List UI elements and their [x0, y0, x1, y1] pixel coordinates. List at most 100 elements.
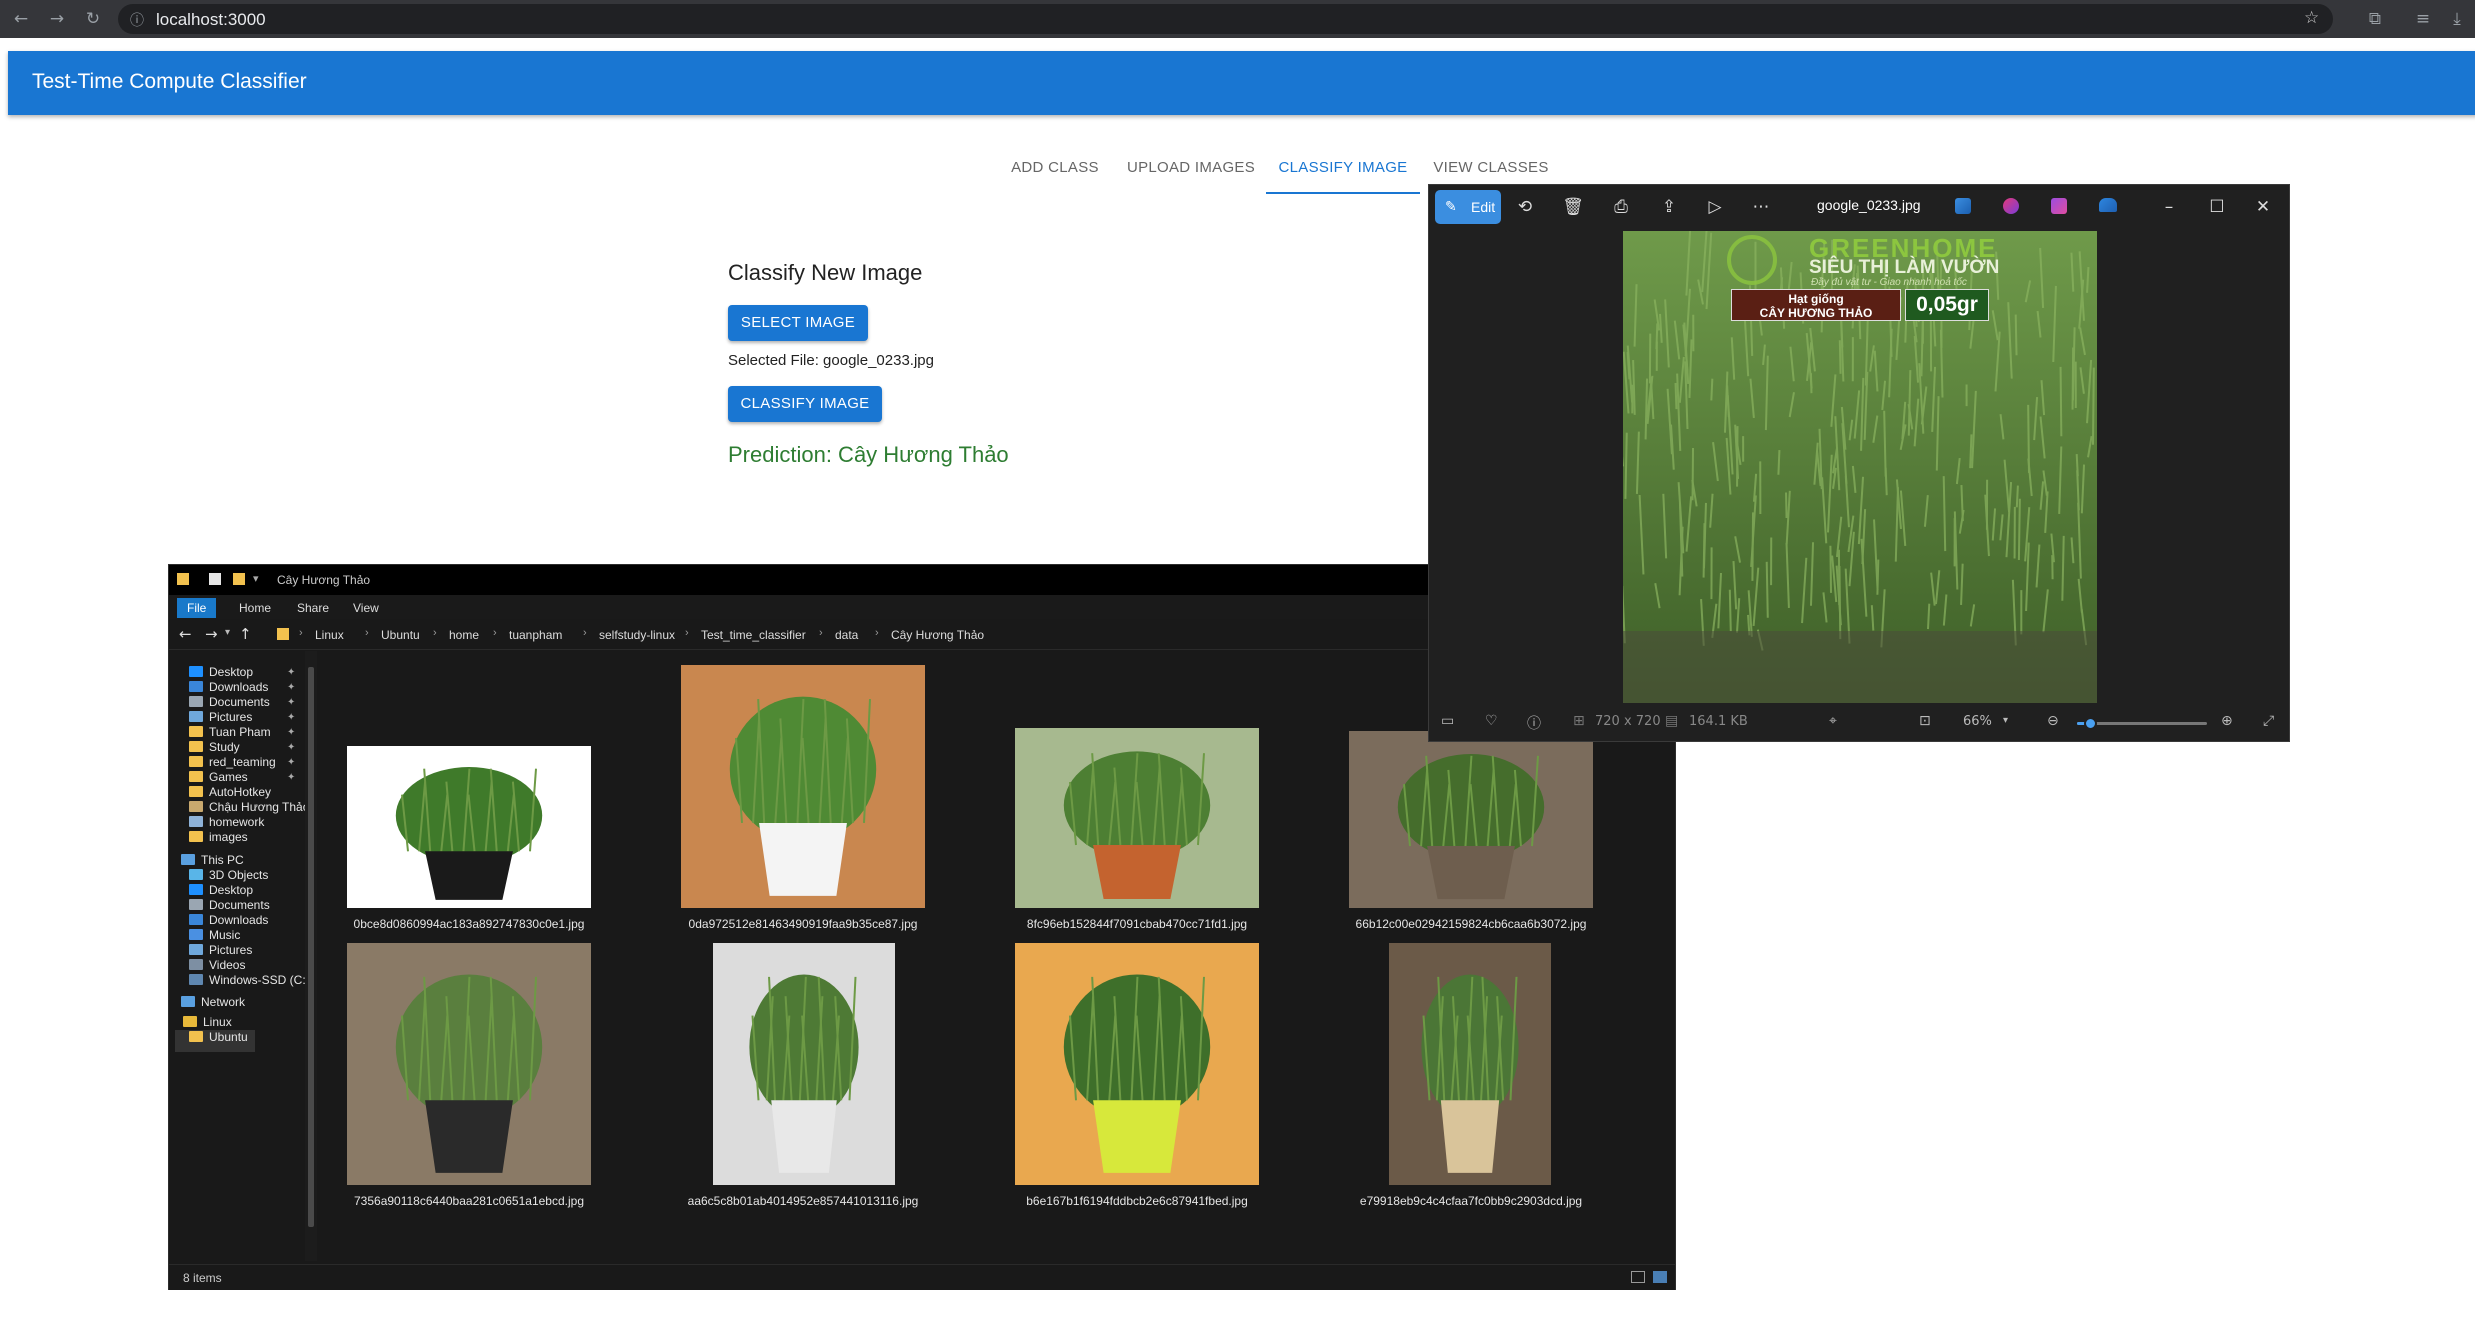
zoom-out-icon[interactable]: ⊖	[2047, 713, 2059, 729]
quick-access-dropdown-icon[interactable]: ▾	[253, 572, 259, 585]
rosemary-stem	[1710, 378, 1714, 401]
ribbon-tab-file[interactable]: File	[177, 598, 217, 618]
edit-button[interactable]: ✎ Edit	[1435, 190, 1501, 224]
site-info-icon[interactable]: ⓘ	[130, 10, 144, 30]
zoom-slider-thumb[interactable]	[2084, 717, 2097, 730]
recent-dropdown-icon[interactable]: ▾	[225, 627, 230, 638]
file-name[interactable]: 8fc96eb152844f7091cbab470cc71fd1.jpg	[1015, 917, 1259, 931]
tab-upload-images[interactable]: UPLOAD IMAGES	[1124, 150, 1258, 194]
address-bar[interactable]: ⓘ localhost:3000 ☆	[118, 4, 2333, 34]
fullscreen-icon[interactable]: ⤢	[2263, 713, 2274, 729]
slideshow-icon[interactable]: ▷	[1703, 195, 1727, 219]
folder-icon	[189, 831, 203, 842]
breadcrumb-item[interactable]: Ubuntu	[381, 628, 420, 642]
zoom-dropdown-icon[interactable]: ▾	[2003, 715, 2008, 726]
select-image-button[interactable]: SELECT IMAGE	[728, 305, 868, 341]
forward-arrow-icon[interactable]: →	[205, 625, 218, 643]
download-icon[interactable]: ⤓	[2446, 8, 2468, 30]
breadcrumb-item[interactable]: Test_time_classifier	[701, 628, 806, 642]
new-folder-icon[interactable]	[233, 573, 245, 585]
filmstrip-icon[interactable]: ▭	[1441, 713, 1454, 729]
folder-icon	[189, 696, 203, 707]
breadcrumb-separator-icon[interactable]: ›	[819, 627, 823, 639]
file-thumbnail[interactable]	[1015, 943, 1259, 1185]
breadcrumb-item[interactable]: data	[835, 628, 858, 642]
share-icon[interactable]: ⇪	[1657, 195, 1681, 219]
onedrive-sync-icon[interactable]	[2099, 198, 2117, 212]
photo-editor-icon[interactable]	[2051, 198, 2067, 214]
breadcrumb-separator-icon[interactable]: ›	[493, 627, 497, 639]
more-icon[interactable]: ⋯	[1749, 195, 1773, 219]
nav-item-label: Tuan Pham	[209, 725, 271, 739]
pot-shape	[1440, 1100, 1500, 1173]
up-arrow-icon[interactable]: ↑	[239, 625, 252, 643]
file-name[interactable]: 7356a90118c6440baa281c0651a1ebcd.jpg	[347, 1194, 591, 1208]
details-view-icon[interactable]	[1631, 1271, 1645, 1283]
clipchamp-icon[interactable]	[2003, 198, 2019, 214]
file-name[interactable]: e79918eb9c4c4cfaa7fc0bb9c2903dcd.jpg	[1349, 1194, 1593, 1208]
ribbon-tab-view[interactable]: View	[343, 598, 389, 618]
pot-shape	[425, 1100, 513, 1173]
nav-item[interactable]: Ubuntu	[175, 1030, 255, 1052]
file-thumbnail[interactable]	[347, 746, 591, 908]
file-name[interactable]: aa6c5c8b01ab4014952e857441013116.jpg	[681, 1194, 925, 1208]
file-name[interactable]: 0bce8d0860994ac183a892747830c0e1.jpg	[347, 917, 591, 931]
tab-search-icon[interactable]: ≡	[2412, 8, 2434, 30]
back-icon[interactable]: ←	[10, 8, 32, 30]
breadcrumb-separator-icon[interactable]: ›	[433, 627, 437, 639]
maximize-icon[interactable]: ☐	[2205, 195, 2229, 219]
file-thumbnail[interactable]	[1349, 731, 1593, 908]
nav-item-label: Documents	[209, 898, 270, 912]
file-info-icon[interactable]: ⓘ	[1527, 713, 1541, 733]
reload-icon[interactable]: ↻	[82, 8, 104, 30]
forward-icon[interactable]: →	[46, 8, 68, 30]
ribbon-tab-share[interactable]: Share	[287, 598, 339, 618]
file-thumbnail[interactable]	[1389, 943, 1551, 1185]
tab-add-class[interactable]: ADD CLASS	[1006, 150, 1104, 194]
back-arrow-icon[interactable]: ←	[179, 625, 192, 643]
nav-item[interactable]: Network	[181, 995, 313, 1017]
print-icon[interactable]: ⎙	[1609, 195, 1633, 219]
breadcrumb-item[interactable]: home	[449, 628, 479, 642]
ribbon-tab-home[interactable]: Home	[229, 598, 281, 618]
file-name[interactable]: 66b12c00e02942159824cb6caa6b3072.jpg	[1349, 917, 1593, 931]
breadcrumb-item[interactable]: tuanpham	[509, 628, 562, 642]
zoom-in-icon[interactable]: ⊕	[2221, 713, 2233, 729]
minimize-icon[interactable]: –	[2157, 195, 2181, 219]
designer-app-icon[interactable]	[1955, 198, 1971, 214]
classify-image-button[interactable]: CLASSIFY IMAGE	[728, 386, 882, 422]
favorite-heart-icon[interactable]: ♡	[1485, 713, 1498, 729]
breadcrumb-item[interactable]: Cây Hương Thảo	[891, 628, 984, 642]
nav-scrollbar[interactable]	[305, 651, 317, 1261]
screenshot-icon[interactable]: ⊡	[1919, 713, 1931, 729]
rotate-icon[interactable]: ⟲	[1513, 195, 1537, 219]
explorer-title: Cây Hương Thảo	[277, 573, 371, 587]
properties-icon[interactable]	[209, 573, 221, 585]
zoom-level[interactable]: 66%	[1963, 714, 1992, 729]
breadcrumb-separator-icon[interactable]: ›	[685, 627, 689, 639]
photo-viewer-window: ✎ Edit ⟲ 🗑 ⎙ ⇪ ▷ ⋯ google_0233.jpg – ☐ ✕	[1428, 184, 2290, 742]
file-thumbnail[interactable]	[713, 943, 895, 1185]
large-icons-view-icon[interactable]	[1653, 1271, 1667, 1283]
breadcrumb-separator-icon[interactable]: ›	[299, 627, 303, 639]
breadcrumb-separator-icon[interactable]: ›	[365, 627, 369, 639]
nav-item[interactable]: Windows-SSD (C:)	[189, 973, 321, 995]
nav-item[interactable]: images	[189, 830, 321, 852]
bookmark-star-icon[interactable]: ☆	[2304, 8, 2319, 28]
breadcrumb-separator-icon[interactable]: ›	[875, 627, 879, 639]
breadcrumb-item[interactable]: selfstudy-linux	[599, 628, 675, 642]
breadcrumb-separator-icon[interactable]: ›	[583, 627, 587, 639]
file-name[interactable]: 0da972512e81463490919faa9b35ce87.jpg	[681, 917, 925, 931]
delete-icon[interactable]: 🗑	[1561, 195, 1585, 219]
file-thumbnail[interactable]	[681, 665, 925, 908]
tab-classify-image[interactable]: CLASSIFY IMAGE	[1266, 150, 1420, 194]
extensions-icon[interactable]: ⧉	[2364, 8, 2386, 30]
zoom-slider[interactable]	[2077, 717, 2207, 730]
close-icon[interactable]: ✕	[2251, 195, 2275, 219]
visual-search-icon[interactable]: ⌖	[1829, 713, 1837, 729]
file-thumbnail[interactable]	[1015, 728, 1259, 908]
file-thumbnail[interactable]	[347, 943, 591, 1185]
breadcrumb-item[interactable]: Linux	[315, 628, 344, 642]
file-name[interactable]: b6e167b1f6194fddbcb2e6c87941fbed.jpg	[1015, 1194, 1259, 1208]
nav-item-label: This PC	[201, 853, 244, 867]
